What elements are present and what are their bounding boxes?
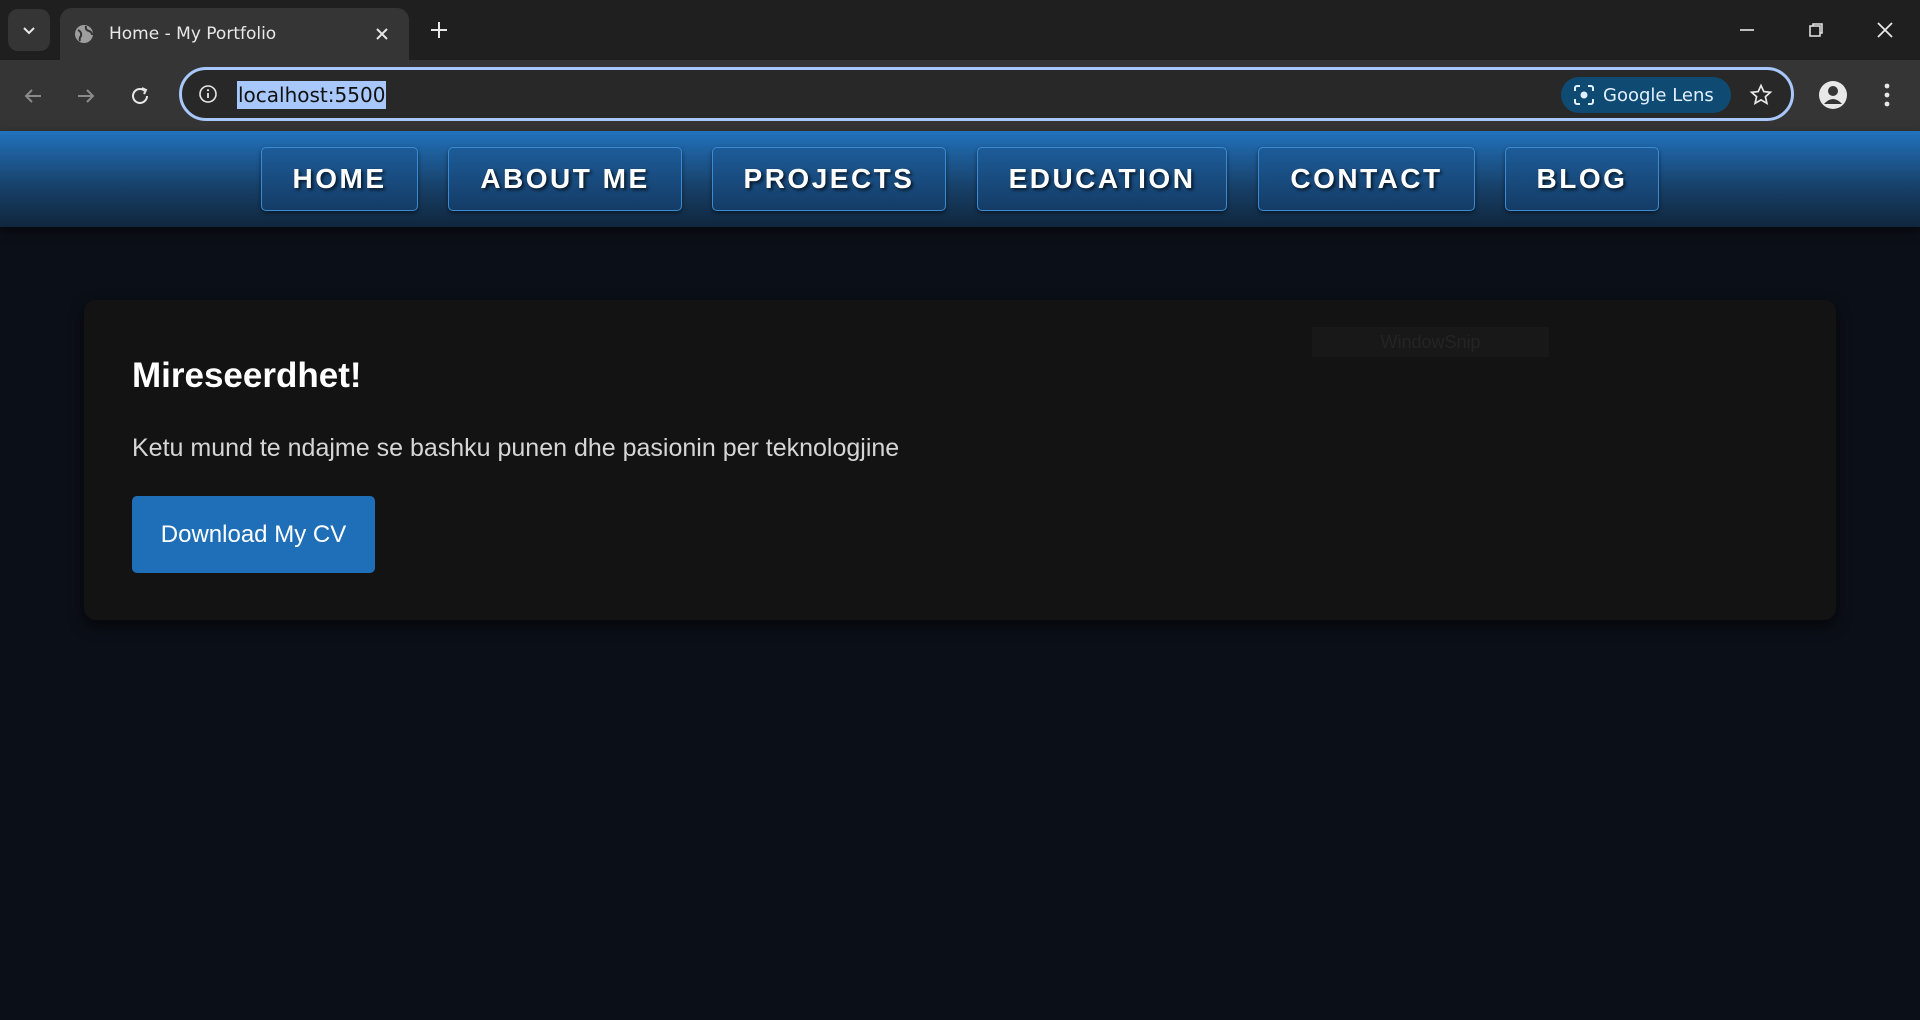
url-text[interactable]: localhost:5500 <box>237 81 387 109</box>
forward-icon <box>78 89 95 103</box>
welcome-text: Ketu mund te ndajme se bashku punen dhe … <box>132 434 900 462</box>
minimize-icon <box>1740 29 1754 31</box>
lens-icon <box>1573 84 1595 106</box>
globe-icon <box>73 23 95 45</box>
restore-button[interactable] <box>1798 12 1834 48</box>
back-button[interactable] <box>14 77 52 115</box>
site-navigation: HOME ABOUT ME PROJECTS EDUCATION CONTACT… <box>0 131 1920 227</box>
tab-search-button[interactable] <box>8 9 50 51</box>
tab-strip: Home - My Portfolio <box>0 0 1920 60</box>
forward-button[interactable] <box>67 77 105 115</box>
close-icon[interactable] <box>369 21 395 47</box>
reload-button[interactable] <box>121 77 159 115</box>
chevron-down-icon <box>23 27 35 35</box>
active-tab[interactable]: Home - My Portfolio <box>60 8 409 60</box>
nav-blog[interactable]: BLOG <box>1505 147 1659 211</box>
nav-about-me[interactable]: ABOUT ME <box>448 147 682 211</box>
minimize-button[interactable] <box>1729 12 1765 48</box>
tab-title: Home - My Portfolio <box>109 24 277 44</box>
nav-education[interactable]: EDUCATION <box>977 147 1227 211</box>
new-tab-button[interactable] <box>424 15 454 45</box>
restore-icon <box>1809 23 1823 37</box>
welcome-card: WindowSnip Mireseerdhet! Ketu mund te nd… <box>84 300 1836 620</box>
browser-toolbar: localhost:5500 Google Lens <box>0 60 1920 131</box>
close-window-button[interactable] <box>1867 12 1903 48</box>
google-lens-button[interactable]: Google Lens <box>1561 77 1731 113</box>
kebab-menu-icon[interactable] <box>1872 77 1902 113</box>
profile-icon[interactable] <box>1815 77 1851 113</box>
nav-projects[interactable]: PROJECTS <box>712 147 946 211</box>
info-icon[interactable] <box>195 81 221 107</box>
reload-icon <box>132 87 148 104</box>
plus-icon <box>431 22 447 38</box>
nav-contact[interactable]: CONTACT <box>1258 147 1475 211</box>
nav-home[interactable]: HOME <box>261 147 418 211</box>
star-icon[interactable] <box>1746 80 1776 110</box>
back-icon <box>24 89 41 103</box>
close-window-icon <box>1877 22 1893 38</box>
address-bar[interactable]: localhost:5500 Google Lens <box>179 67 1794 121</box>
welcome-heading: Mireseerdhet! <box>132 356 362 395</box>
download-cv-button[interactable]: Download My CV <box>132 496 375 573</box>
lens-label: Google Lens <box>1603 84 1714 106</box>
window-snip-overlay: WindowSnip <box>1312 327 1549 357</box>
